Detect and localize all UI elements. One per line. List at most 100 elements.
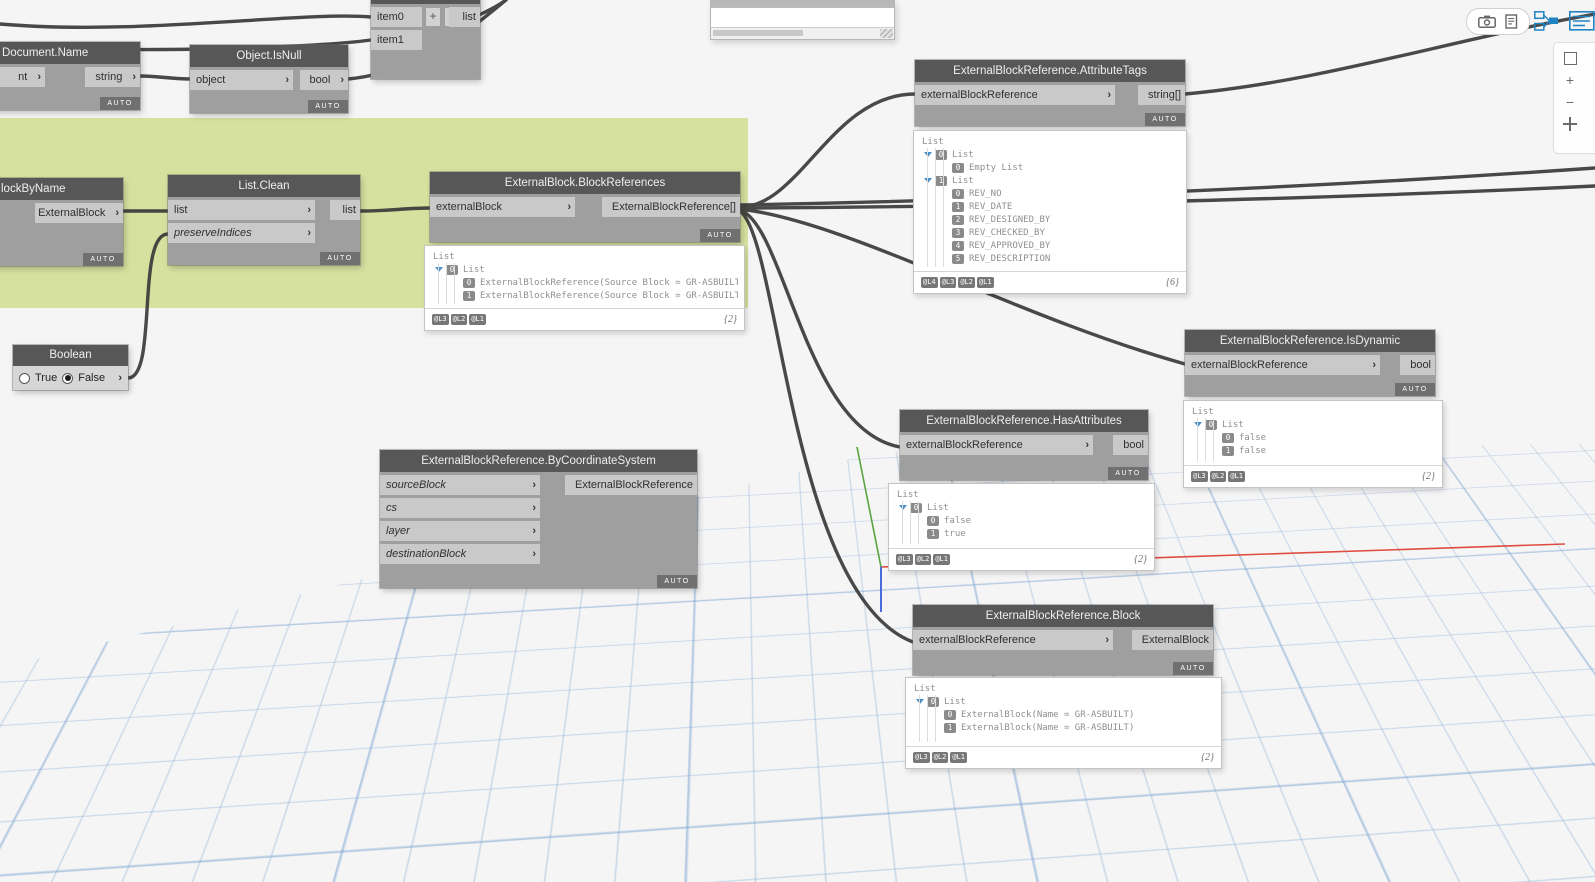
zoom-out-button[interactable]: − xyxy=(1561,93,1579,111)
input-port-externalblock[interactable]: externalBlock › xyxy=(430,197,575,217)
lacing-auto-badge[interactable]: AUTO xyxy=(308,100,348,113)
node-bycoordinatesystem[interactable]: ExternalBlockReference.ByCoordinateSyste… xyxy=(380,450,697,588)
wire[interactable] xyxy=(738,92,917,209)
node-title[interactable]: ExternalBlockReference.IsDynamic xyxy=(1185,330,1435,352)
dynamo-workspace-canvas[interactable]: Document.Name nt › string › AUTO Object.… xyxy=(0,0,1595,882)
input-port-cs[interactable]: cs › xyxy=(380,498,540,518)
node-title[interactable]: ExternalBlockReference.ByCoordinateSyste… xyxy=(380,450,697,472)
input-port-item1[interactable]: item1 xyxy=(371,30,422,50)
scrollbar-thumb[interactable] xyxy=(713,30,803,36)
wire[interactable] xyxy=(738,209,915,644)
lacing-auto-badge[interactable]: AUTO xyxy=(1145,113,1185,126)
node-block[interactable]: ExternalBlockReference.Block externalBlo… xyxy=(913,605,1213,675)
output-port-bool[interactable]: bool xyxy=(1113,435,1148,455)
output-port-list[interactable]: list xyxy=(449,7,480,27)
output-port-bool[interactable]: › xyxy=(118,372,122,384)
output-port-list[interactable]: list xyxy=(330,200,360,220)
lacing-auto-badge[interactable]: AUTO xyxy=(100,97,140,110)
zoom-in-button[interactable]: + xyxy=(1561,71,1579,89)
output-port-externalblockreference[interactable]: ExternalBlockReference xyxy=(564,475,697,495)
preview-bubble-isdynamic[interactable]: List 0 List 0 false 1 false @L3 @L2 @L1 {2} xyxy=(1183,400,1443,488)
output-port-externalblockreference-array[interactable]: ExternalBlockReference[] xyxy=(601,197,740,217)
expand-arrow-icon[interactable] xyxy=(924,178,932,183)
lacing-auto-badge[interactable]: AUTO xyxy=(1108,467,1148,480)
add-port-button[interactable]: + xyxy=(425,7,441,27)
preview-bubble-block[interactable]: List 0 List 0 ExternalBlock(Name = GR-ASBUIL… xyxy=(905,677,1222,769)
node-title[interactable]: ExternalBlockReference.AttributeTags xyxy=(915,60,1185,82)
input-port-externalblockreference[interactable]: externalBlockReference › xyxy=(900,435,1093,455)
node-title[interactable]: Boolean xyxy=(13,345,128,366)
lacing-auto-badge[interactable]: AUTO xyxy=(1173,662,1213,675)
graph-view-icon[interactable] xyxy=(1534,11,1559,31)
notes-icon[interactable] xyxy=(1505,14,1518,29)
expand-arrow-icon[interactable] xyxy=(916,699,924,704)
node-list-clean[interactable]: List.Clean list › preserveIndices › list… xyxy=(168,175,360,265)
input-port-layer[interactable]: layer › xyxy=(380,521,540,541)
output-port-string[interactable]: string › xyxy=(85,67,140,87)
output-port-string-array[interactable]: string[] xyxy=(1137,85,1185,105)
node-title[interactable]: lockByName xyxy=(0,178,123,200)
node-isdynamic[interactable]: ExternalBlockReference.IsDynamic externa… xyxy=(1185,330,1435,396)
lacing-auto-badge[interactable]: AUTO xyxy=(657,575,697,588)
chevron-right-icon: › xyxy=(307,227,311,239)
horizontal-scrollbar[interactable] xyxy=(711,27,894,39)
node-title[interactable]: ExternalBlock.BlockReferences xyxy=(430,172,740,194)
node-title[interactable]: ExternalBlockReference.HasAttributes xyxy=(900,410,1148,432)
export-image-icon[interactable] xyxy=(1478,15,1496,28)
expand-arrow-icon[interactable] xyxy=(924,152,932,157)
node-hasattributes[interactable]: ExternalBlockReference.HasAttributes ext… xyxy=(900,410,1148,480)
node-externalblock-blockreferences[interactable]: ExternalBlock.BlockReferences externalBl… xyxy=(430,172,740,242)
chevron-right-icon: › xyxy=(340,74,344,86)
output-port-bool[interactable]: bool › xyxy=(299,70,348,90)
wire[interactable] xyxy=(477,0,508,17)
node-title[interactable]: Document.Name xyxy=(0,42,140,64)
axis-y-line xyxy=(856,446,882,568)
panel-list-icon[interactable] xyxy=(1569,11,1595,31)
chevron-right-icon: › xyxy=(132,71,136,83)
preview-bubble-blockreferences[interactable]: List 0 List 0 ExternalBlockReference(Source … xyxy=(424,245,745,331)
radio-true-label[interactable]: True xyxy=(35,372,57,384)
input-port-sourceblock[interactable]: sourceBlock › xyxy=(380,475,540,495)
preview-bubble-hasattributes[interactable]: List 0 List 0 false 1 true @L3 @L2 @L1 {2} xyxy=(888,483,1155,571)
radio-true[interactable] xyxy=(19,372,30,384)
wire[interactable] xyxy=(138,74,192,81)
node-title[interactable]: List.Clean xyxy=(168,175,360,197)
radio-false[interactable] xyxy=(62,372,74,384)
partial-preview-bubble[interactable] xyxy=(710,0,895,40)
input-port-externalblockreference[interactable]: externalBlockReference › xyxy=(913,630,1113,650)
zoom-fit-button[interactable] xyxy=(1561,49,1579,67)
node-title[interactable]: Object.IsNull xyxy=(190,45,348,67)
expand-arrow-icon[interactable] xyxy=(899,505,907,510)
output-port-bool[interactable]: bool xyxy=(1400,355,1435,375)
radio-false-label[interactable]: False xyxy=(78,372,105,384)
input-port-item0[interactable]: item0 xyxy=(371,7,422,27)
input-port-document[interactable]: nt › xyxy=(0,67,45,87)
input-port-object[interactable]: object › xyxy=(190,70,293,90)
node-title[interactable]: ExternalBlockReference.Block xyxy=(913,605,1213,627)
node-object-isnull[interactable]: Object.IsNull object › bool › AUTO xyxy=(190,45,348,113)
node-external-block-by-name[interactable]: lockByName ExternalBlock › AUTO xyxy=(0,178,123,266)
input-port-externalblockreference[interactable]: externalBlockReference › xyxy=(915,85,1115,105)
lacing-auto-badge[interactable]: AUTO xyxy=(83,253,123,266)
input-port-destinationblock[interactable]: destinationBlock › xyxy=(380,544,540,564)
preview-bubble-attributetags[interactable]: List 0 List 0 Empty List 1 List 0 REV_NO 1 REV_DAT… xyxy=(913,130,1187,294)
wire[interactable] xyxy=(738,208,902,449)
output-port-externalblock[interactable]: ExternalBlock › xyxy=(35,203,123,223)
port-label: ExternalBlock xyxy=(1141,634,1209,646)
node-list-create[interactable]: item0 + - item1 list xyxy=(371,0,480,79)
input-port-list[interactable]: list › xyxy=(168,200,315,220)
input-port-preserveindices[interactable]: preserveIndices › xyxy=(168,223,315,243)
lacing-auto-badge[interactable]: AUTO xyxy=(320,252,360,265)
lacing-auto-badge[interactable]: AUTO xyxy=(1395,383,1435,396)
expand-arrow-icon[interactable] xyxy=(435,267,443,272)
lacing-auto-badge[interactable]: AUTO xyxy=(700,229,740,242)
node-document-name[interactable]: Document.Name nt › string › AUTO xyxy=(0,42,140,110)
output-port-externalblock[interactable]: ExternalBlock xyxy=(1131,630,1213,650)
pan-button[interactable] xyxy=(1561,115,1579,133)
expand-arrow-icon[interactable] xyxy=(1194,422,1202,427)
wire[interactable] xyxy=(0,14,373,30)
resize-grip-icon[interactable] xyxy=(880,29,893,38)
node-boolean[interactable]: Boolean True False › xyxy=(13,345,128,390)
input-port-externalblockreference[interactable]: externalBlockReference › xyxy=(1185,355,1380,375)
node-attributetags[interactable]: ExternalBlockReference.AttributeTags ext… xyxy=(915,60,1185,126)
